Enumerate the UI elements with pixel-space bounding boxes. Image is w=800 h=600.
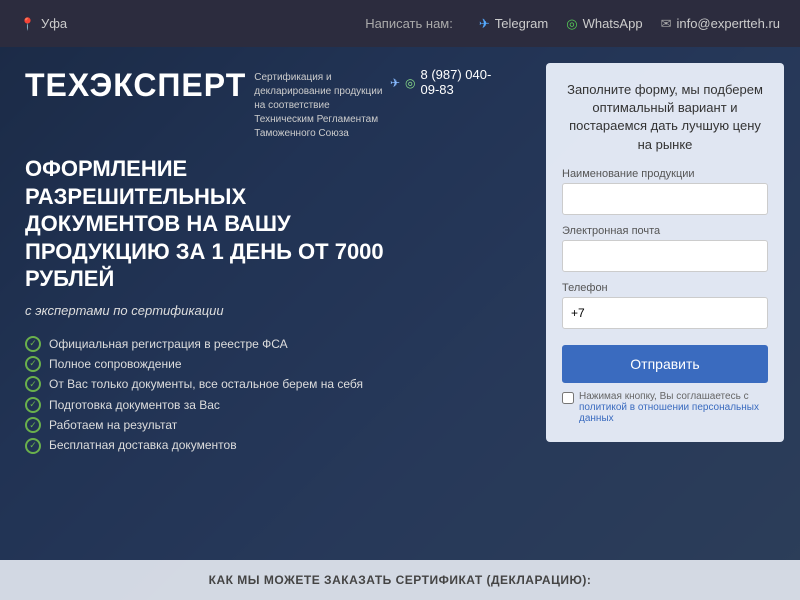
list-item: ✓Подготовка документов за Вас bbox=[25, 395, 510, 415]
hero-headline: ОФОРМЛЕНИЕ РАЗРЕШИТЕЛЬНЫХ ДОКУМЕНТОВ НА … bbox=[25, 155, 405, 293]
hero-subtext: с экспертами по сертификации bbox=[25, 303, 510, 318]
product-input[interactable] bbox=[562, 183, 768, 215]
list-item: ✓Официальная регистрация в реестре ФСА bbox=[25, 334, 510, 354]
form-title: Заполните форму, мы подберем оптимальный… bbox=[562, 81, 768, 154]
tg-phone-icon bbox=[390, 75, 400, 90]
city-label: Уфа bbox=[41, 16, 67, 31]
form-group-phone: Телефон bbox=[562, 282, 768, 329]
location-section: Уфа bbox=[20, 16, 67, 31]
hero-content: ТЕХЭКСПЕРТ Сертификация и декларирование… bbox=[0, 47, 800, 600]
check-icon: ✓ bbox=[25, 417, 41, 433]
list-item: ✓Бесплатная доставка документов bbox=[25, 435, 510, 455]
write-to-us-label: Написать нам: bbox=[365, 16, 453, 31]
whatsapp-icon bbox=[566, 16, 577, 32]
product-label: Наименование продукции bbox=[562, 168, 768, 180]
privacy-checkbox[interactable] bbox=[562, 392, 574, 404]
email-label: info@expertteh.ru bbox=[676, 16, 780, 31]
hero-right: Заполните форму, мы подберем оптимальный… bbox=[530, 47, 800, 600]
privacy-note: Нажимая кнопку, Вы соглашаетесь с полити… bbox=[562, 391, 768, 424]
check-icon: ✓ bbox=[25, 397, 41, 413]
top-bar: Уфа Написать нам: Telegram WhatsApp info… bbox=[0, 0, 800, 47]
contact-form-card: Заполните форму, мы подберем оптимальный… bbox=[546, 63, 784, 442]
whatsapp-contact[interactable]: WhatsApp bbox=[566, 16, 642, 32]
telegram-icon bbox=[479, 16, 490, 32]
hero-section: ТЕХЭКСПЕРТ Сертификация и декларирование… bbox=[0, 47, 800, 600]
check-icon: ✓ bbox=[25, 356, 41, 372]
bottom-text: КАК МЫ МОЖЕТЕ ЗАКАЗАТЬ СЕРТИФИКАТ (ДЕКЛА… bbox=[209, 573, 592, 587]
features-list: ✓Официальная регистрация в реестре ФСА✓П… bbox=[25, 334, 510, 456]
bottom-bar: КАК МЫ МОЖЕТЕ ЗАКАЗАТЬ СЕРТИФИКАТ (ДЕКЛА… bbox=[0, 560, 800, 600]
check-icon: ✓ bbox=[25, 438, 41, 454]
wa-phone-icon bbox=[405, 75, 415, 90]
check-icon: ✓ bbox=[25, 376, 41, 392]
email-contact[interactable]: info@expertteh.ru bbox=[661, 16, 780, 32]
form-group-email: Электронная почта bbox=[562, 225, 768, 272]
email-input[interactable] bbox=[562, 240, 768, 272]
whatsapp-label: WhatsApp bbox=[583, 16, 643, 31]
phone-number: 8 (987) 040-09-83 bbox=[420, 67, 510, 97]
email-icon bbox=[661, 16, 672, 32]
contacts-section: Написать нам: Telegram WhatsApp info@exp… bbox=[365, 16, 780, 32]
list-item: ✓Работаем на результат bbox=[25, 415, 510, 435]
telegram-label: Telegram bbox=[495, 16, 548, 31]
phone-top-right[interactable]: 8 (987) 040-09-83 bbox=[390, 67, 510, 97]
email-field-label: Электронная почта bbox=[562, 225, 768, 237]
check-icon: ✓ bbox=[25, 336, 41, 352]
logo-title: ТЕХЭКСПЕРТ bbox=[25, 67, 246, 104]
phone-input[interactable] bbox=[562, 297, 768, 329]
form-group-product: Наименование продукции bbox=[562, 168, 768, 215]
list-item: ✓От Вас только документы, все остальное … bbox=[25, 374, 510, 394]
hero-left: ТЕХЭКСПЕРТ Сертификация и декларирование… bbox=[0, 47, 530, 600]
location-icon bbox=[20, 16, 35, 31]
telegram-contact[interactable]: Telegram bbox=[479, 16, 548, 32]
logo-section: ТЕХЭКСПЕРТ Сертификация и декларирование… bbox=[25, 67, 510, 141]
privacy-text: Нажимая кнопку, Вы соглашаетесь с полити… bbox=[579, 391, 768, 424]
logo-subtitle: Сертификация и декларирование продукции … bbox=[254, 71, 390, 141]
list-item: ✓Полное сопровождение bbox=[25, 354, 510, 374]
submit-button[interactable]: Отправить bbox=[562, 345, 768, 383]
privacy-link[interactable]: политикой в отношении персональных данны… bbox=[579, 402, 759, 424]
phone-label: Телефон bbox=[562, 282, 768, 294]
